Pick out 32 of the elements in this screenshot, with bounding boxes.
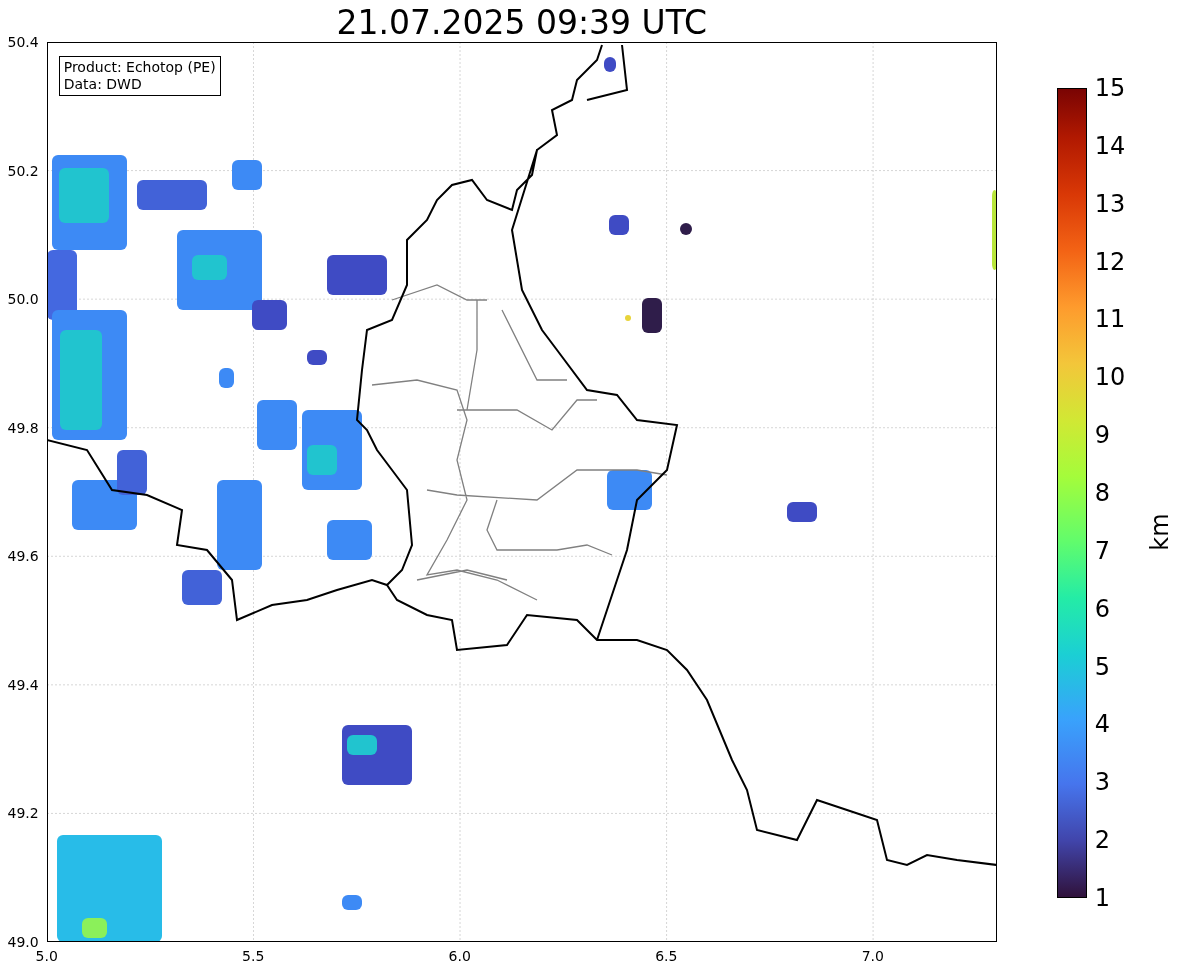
x-tick-label: 5.0 xyxy=(35,948,58,964)
colorbar-tick-label: 1 xyxy=(1094,884,1110,912)
x-tick-label: 5.5 xyxy=(242,948,265,964)
y-tick-label: 49.4 xyxy=(7,676,39,693)
colorbar-tick-label: 3 xyxy=(1094,768,1110,797)
chart-title: 21.07.2025 09:39 UTC xyxy=(335,2,708,42)
colorbar-tick-label: 4 xyxy=(1094,710,1110,739)
colorbar-tick-label: 11 xyxy=(1094,305,1126,334)
colorbar-tick-label: 5 xyxy=(1094,652,1110,681)
y-tick-label: 49.8 xyxy=(7,419,39,436)
colorbar-tick-label: 8 xyxy=(1094,479,1110,507)
y-tick-label: 49.2 xyxy=(7,805,39,822)
x-tick-label: 7.0 xyxy=(861,948,884,964)
legend-text: Product: Echotop (PE) xyxy=(63,59,216,76)
colorbar-tick-label: 2 xyxy=(1094,826,1110,855)
colorbar-tick-label: 12 xyxy=(1094,247,1126,276)
legend-text: Data: DWD xyxy=(63,76,143,93)
y-tick-label: 49.0 xyxy=(7,934,39,950)
colorbar-tick-label: 9 xyxy=(1094,421,1110,450)
y-tick-label: 50.4 xyxy=(7,34,39,50)
colorbar-tick-label: 7 xyxy=(1094,536,1110,565)
colorbar-tick-label: 6 xyxy=(1094,594,1110,623)
y-tick-label: 50.2 xyxy=(7,162,39,179)
colorbar-tick-label: 14 xyxy=(1094,131,1126,160)
colorbar-tick-label: 10 xyxy=(1094,363,1126,392)
colorbar-tick-label: 13 xyxy=(1094,189,1126,218)
x-tick-label: 6.0 xyxy=(448,948,471,964)
y-tick-label: 49.6 xyxy=(7,548,39,565)
y-tick-label: 50.0 xyxy=(7,291,39,308)
colorbar-label: km xyxy=(1145,513,1174,551)
x-tick-label: 6.5 xyxy=(655,948,678,964)
colorbar-tick-label: 15 xyxy=(1094,74,1126,102)
